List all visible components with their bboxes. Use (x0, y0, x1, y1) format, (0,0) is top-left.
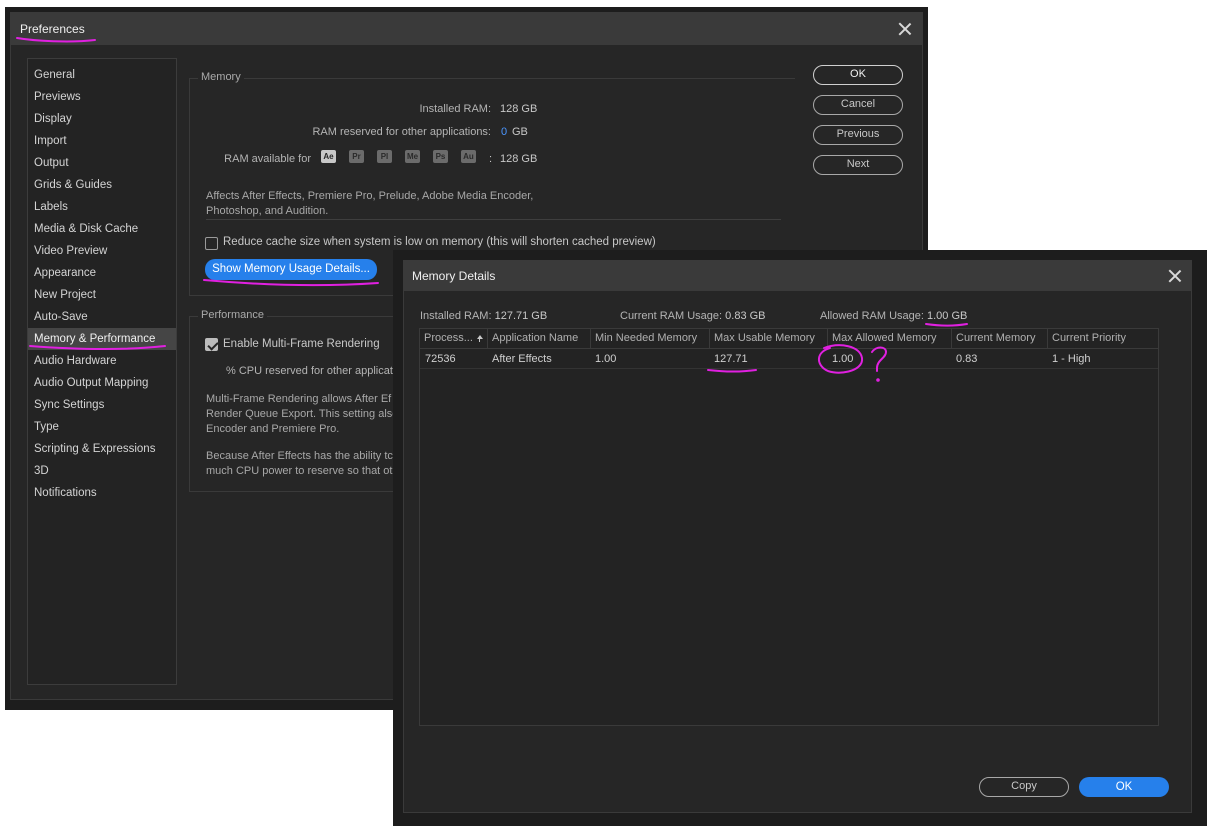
sidebar-item-new-project[interactable]: New Project (28, 284, 176, 306)
column-header-current-priority[interactable]: Current Priority (1047, 329, 1159, 348)
ram-available-separator: : (489, 153, 493, 165)
cell-max-allowed-memory: 1.00 (832, 353, 854, 365)
sidebar-item-grids-guides[interactable]: Grids & Guides (28, 174, 176, 196)
installed-ram-summary-value: 127.71 GB (494, 310, 548, 322)
column-header-min-needed-memory[interactable]: Min Needed Memory (590, 329, 709, 348)
mfr-description: Multi-Frame Rendering allows After Ef Re… (206, 392, 398, 437)
mfr-description-line-1: Multi-Frame Rendering allows After Ef (206, 393, 392, 405)
mfr-description-line-3: Encoder and Premiere Pro. (206, 423, 340, 435)
column-header-process[interactable]: Process... (420, 329, 487, 348)
close-icon[interactable] (897, 21, 913, 37)
pl-app-icon: Pl (377, 150, 392, 163)
au-app-icon: Au (461, 150, 476, 163)
column-header-process-label: Process... (424, 332, 473, 344)
close-icon[interactable] (1167, 268, 1183, 284)
memory-note: Affects After Effects, Premiere Pro, Pre… (206, 189, 533, 219)
sidebar-item-display[interactable]: Display (28, 108, 176, 130)
column-header-max-allowed-memory[interactable]: Max Allowed Memory (827, 329, 951, 348)
cpu-description: Because After Effects has the ability tc… (206, 449, 393, 479)
reserved-ram-unit: GB (512, 126, 528, 138)
multi-frame-rendering-label: Enable Multi-Frame Rendering (223, 338, 380, 350)
memory-divider (206, 219, 781, 220)
preferences-sidebar: General Previews Display Import Output G… (27, 58, 177, 685)
allowed-ram-usage-summary: Allowed RAM Usage: 1.00 GB (820, 310, 967, 322)
reduce-cache-checkbox[interactable] (205, 237, 218, 250)
me-app-icon: Me (405, 150, 420, 163)
sidebar-item-video-preview[interactable]: Video Preview (28, 240, 176, 262)
current-ram-usage-value: 0.83 GB (725, 310, 766, 322)
sidebar-item-media-disk-cache[interactable]: Media & Disk Cache (28, 218, 176, 240)
show-memory-usage-details-button[interactable]: Show Memory Usage Details... (205, 259, 377, 280)
sidebar-item-3d[interactable]: 3D (28, 460, 176, 482)
mfr-description-line-2: Render Queue Export. This setting also (206, 408, 399, 420)
sidebar-item-audio-hardware[interactable]: Audio Hardware (28, 350, 176, 372)
memory-details-window: Memory Details Installed RAM: 127.71 GB … (403, 260, 1192, 813)
previous-button[interactable]: Previous (813, 125, 903, 145)
memory-details-title: Memory Details (412, 269, 496, 283)
sidebar-item-labels[interactable]: Labels (28, 196, 176, 218)
preferences-title: Preferences (20, 22, 85, 36)
sidebar-item-sync-settings[interactable]: Sync Settings (28, 394, 176, 416)
sidebar-item-auto-save[interactable]: Auto-Save (28, 306, 176, 328)
cell-current-priority: 1 - High (1052, 353, 1091, 365)
cpu-reserved-label: % CPU reserved for other applicat (226, 365, 393, 377)
current-ram-usage-label: Current RAM Usage: (620, 310, 723, 322)
sidebar-item-previews[interactable]: Previews (28, 86, 176, 108)
cpu-description-line-2: much CPU power to reserve so that ot (206, 465, 393, 477)
sidebar-item-appearance[interactable]: Appearance (28, 262, 176, 284)
memory-details-titlebar: Memory Details (404, 261, 1191, 291)
memory-legend: Memory (198, 71, 244, 83)
installed-ram-summary: Installed RAM: 127.71 GB (420, 310, 547, 322)
sidebar-item-output[interactable]: Output (28, 152, 176, 174)
memory-note-line-2: Photoshop, and Audition. (206, 205, 329, 217)
ae-app-icon: Ae (321, 150, 336, 163)
ok-button[interactable]: OK (813, 65, 903, 85)
header-divider (420, 348, 1158, 349)
cell-max-usable-memory: 127.71 (714, 353, 748, 365)
allowed-ram-usage-value: 1.00 GB (927, 310, 968, 322)
cell-current-memory: 0.83 (956, 353, 978, 365)
sidebar-item-notifications[interactable]: Notifications (28, 482, 176, 504)
memory-note-line-1: Affects After Effects, Premiere Pro, Pre… (206, 190, 534, 202)
multi-frame-rendering-checkbox[interactable] (205, 338, 218, 351)
row-divider (420, 368, 1158, 369)
reserved-ram-value[interactable]: 0 (501, 126, 507, 138)
sidebar-item-audio-output-mapping[interactable]: Audio Output Mapping (28, 372, 176, 394)
installed-ram-label: Installed RAM: (419, 103, 491, 115)
performance-legend: Performance (198, 309, 267, 321)
ps-app-icon: Ps (433, 150, 448, 163)
installed-ram-summary-label: Installed RAM: (420, 310, 492, 322)
pr-app-icon: Pr (349, 150, 364, 163)
reduce-cache-label: Reduce cache size when system is low on … (223, 236, 656, 248)
column-header-application-name[interactable]: Application Name (487, 329, 590, 348)
installed-ram-value: 128 GB (500, 103, 538, 115)
cell-process-id: 72536 (425, 353, 456, 365)
memory-details-dialog: Memory Details Installed RAM: 127.71 GB … (393, 250, 1207, 826)
cell-min-needed-memory: 1.00 (595, 353, 617, 365)
sidebar-item-scripting-expressions[interactable]: Scripting & Expressions (28, 438, 176, 460)
next-button[interactable]: Next (813, 155, 903, 175)
current-ram-usage-summary: Current RAM Usage: 0.83 GB (620, 310, 766, 322)
cancel-button[interactable]: Cancel (813, 95, 903, 115)
ram-available-value: 128 GB (500, 153, 538, 165)
memory-details-table: Process... Application Name Min Needed M… (419, 328, 1159, 726)
reserved-ram-label: RAM reserved for other applications: (312, 126, 491, 138)
memory-details-ok-button[interactable]: OK (1079, 777, 1169, 797)
column-header-current-memory[interactable]: Current Memory (951, 329, 1047, 348)
copy-button[interactable]: Copy (979, 777, 1069, 797)
cpu-description-line-1: Because After Effects has the ability tc (206, 450, 393, 462)
sort-ascending-icon (476, 335, 483, 342)
sidebar-item-type[interactable]: Type (28, 416, 176, 438)
column-header-max-usable-memory[interactable]: Max Usable Memory (709, 329, 827, 348)
cell-application-name: After Effects (492, 353, 552, 365)
sidebar-item-memory-performance[interactable]: Memory & Performance (28, 328, 176, 350)
preferences-titlebar: Preferences (11, 13, 922, 45)
sidebar-item-import[interactable]: Import (28, 130, 176, 152)
allowed-ram-usage-label: Allowed RAM Usage: (820, 310, 924, 322)
ram-available-label: RAM available for (224, 153, 311, 165)
sidebar-item-general[interactable]: General (28, 64, 176, 86)
